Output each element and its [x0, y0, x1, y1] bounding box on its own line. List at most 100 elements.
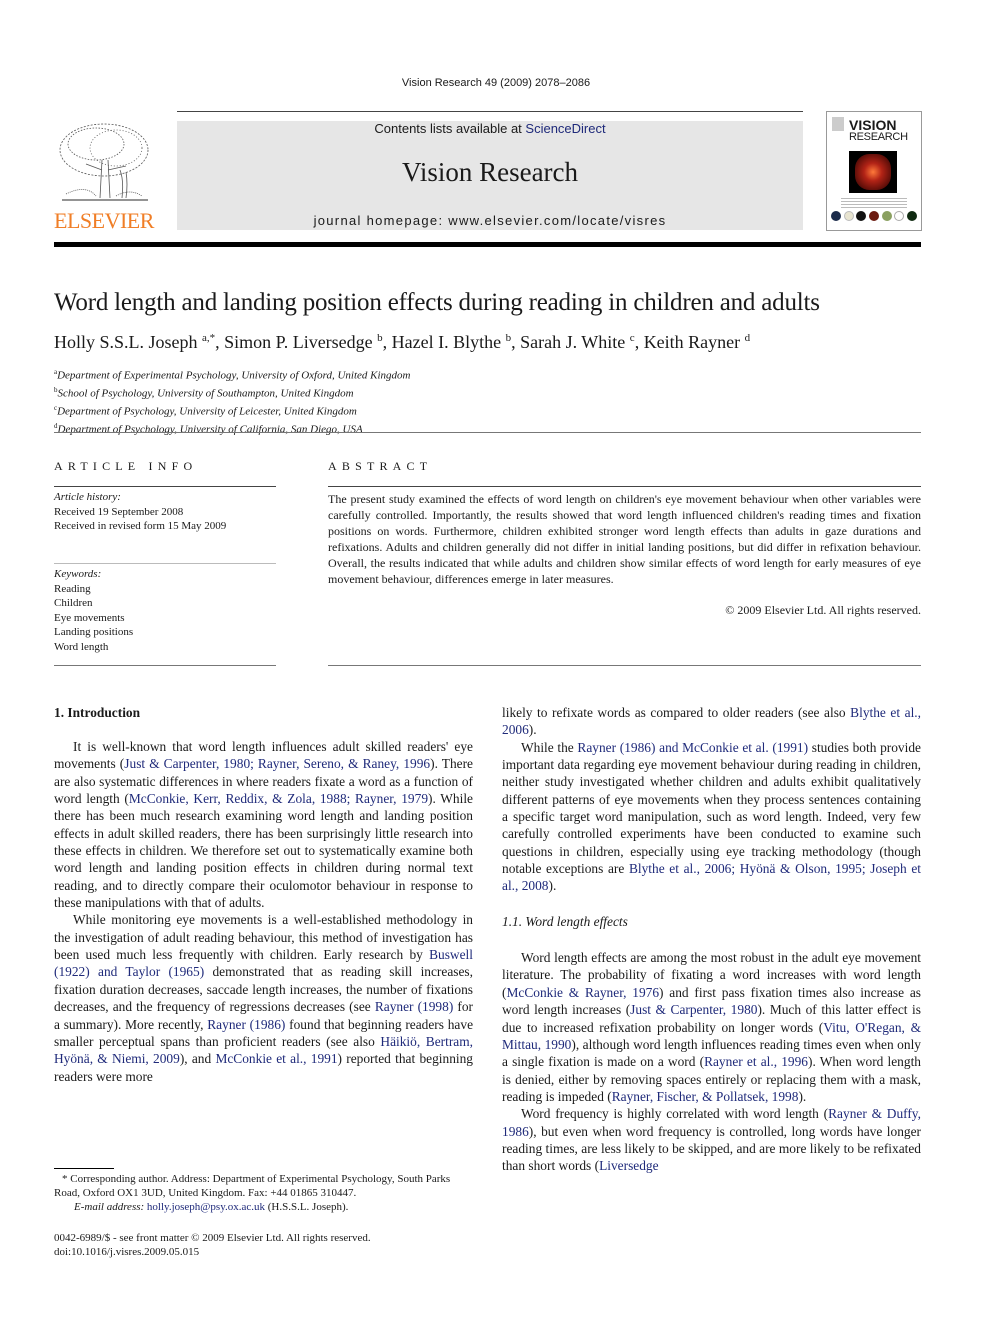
- affiliations: aDepartment of Experimental Psychology, …: [54, 365, 410, 438]
- keywords-label: Keywords:: [54, 568, 102, 580]
- journal-banner: Contents lists available at ScienceDirec…: [177, 121, 803, 230]
- doi-line[interactable]: doi:10.1016/j.visres.2009.05.015: [54, 1245, 371, 1259]
- author-sup[interactable]: c: [630, 332, 635, 344]
- citation-link[interactable]: Liversedge: [599, 1158, 659, 1173]
- paragraph: Word length effects are among the most r…: [502, 950, 921, 1104]
- author[interactable]: Keith Rayner: [644, 332, 740, 352]
- keyword: Reading: [54, 582, 91, 595]
- citation-link[interactable]: Buswell (1922) and Taylor (1965): [54, 947, 473, 979]
- affiliation: bSchool of Psychology, University of Sou…: [54, 383, 410, 401]
- divider: [54, 432, 921, 433]
- abstract-heading: ABSTRACT: [328, 459, 433, 473]
- keyword: Eye movements: [54, 611, 125, 624]
- citation-link[interactable]: Rayner (1986): [207, 1017, 285, 1032]
- affiliation: cDepartment of Psychology, University of…: [54, 401, 410, 419]
- citation-link[interactable]: McConkie, Kerr, Reddix, & Zola, 1988; Ra…: [129, 791, 428, 806]
- citation-link[interactable]: Just & Carpenter, 1980; Rayner, Sereno, …: [124, 756, 430, 771]
- affiliation-text: Department of Psychology, University of …: [57, 424, 363, 437]
- citation-link[interactable]: McConkie & Rayner, 1976: [506, 985, 659, 1000]
- cover-thumb-icon: [868, 211, 879, 221]
- abstract-copyright: © 2009 Elsevier Ltd. All rights reserved…: [725, 603, 921, 617]
- paragraph: likely to refixate words as compared to …: [502, 705, 921, 738]
- author-sup[interactable]: a,*: [202, 332, 215, 344]
- affiliation-text: Department of Experimental Psychology, U…: [57, 369, 411, 382]
- author[interactable]: Sarah J. White: [520, 332, 625, 352]
- keyword: Landing positions: [54, 626, 134, 638]
- received-date: Received 19 September 2008: [54, 505, 184, 518]
- cover-flower-icon: [855, 154, 891, 190]
- email-line: E-mail address: holly.joseph@psy.ox.ac.u…: [54, 1200, 473, 1214]
- keyword: Children: [54, 597, 93, 609]
- citation-link[interactable]: Vitu, O'Regan, & Mittau, 1990: [502, 1020, 921, 1052]
- front-matter: 0042-6989/$ - see front matter © 2009 El…: [54, 1231, 371, 1259]
- corresponding-author-note: * Corresponding author. Address: Departm…: [54, 1173, 451, 1199]
- affiliation: dDepartment of Psychology, University of…: [54, 419, 410, 437]
- divider: [54, 665, 276, 666]
- cover-elsevier-icon: [832, 117, 844, 131]
- cover-thumb-icon: [894, 211, 905, 221]
- keyword: Word length: [54, 640, 109, 653]
- author-list: Holly S.S.L. Joseph a,*, Simon P. Livers…: [54, 332, 751, 352]
- author[interactable]: Simon P. Liversedge: [224, 332, 373, 352]
- contents-line: Contents lists available at ScienceDirec…: [177, 121, 803, 136]
- citation-link[interactable]: McConkie et al., 1991: [215, 1051, 337, 1066]
- history-label: Article history:: [54, 491, 121, 503]
- body-column-left: It is well-known that word length influe…: [54, 738, 473, 1085]
- elsevier-tree-icon: [59, 123, 149, 201]
- body-column-right: likely to refixate words as compared to …: [502, 704, 921, 1175]
- revised-date: Received in revised form 15 May 2009: [54, 520, 227, 532]
- elsevier-logo[interactable]: ELSEVIER: [54, 120, 154, 233]
- email-label: E-mail address:: [74, 1201, 147, 1213]
- cover-thumb-icon: [881, 211, 892, 221]
- journal-homepage[interactable]: journal homepage: www.elsevier.com/locat…: [177, 213, 803, 228]
- citation-link[interactable]: Rayner (1998): [375, 999, 453, 1014]
- email-link[interactable]: holly.joseph@psy.ox.ac.uk: [147, 1201, 265, 1213]
- masthead-rule: [177, 111, 803, 112]
- article-history: Article history: Received 19 September 2…: [54, 490, 226, 534]
- citation-link[interactable]: Just & Carpenter, 1980: [630, 1002, 757, 1017]
- paragraph: Word frequency is highly correlated with…: [502, 1106, 921, 1174]
- subsection-heading: 1.1. Word length effects: [502, 913, 628, 929]
- paragraph: While monitoring eye movements is a well…: [54, 912, 474, 1084]
- cover-thumb-icon: [906, 211, 917, 221]
- email-suffix: (H.S.S.L. Joseph).: [265, 1201, 349, 1213]
- journal-cover[interactable]: VISION RESEARCH: [826, 111, 922, 231]
- citation-link[interactable]: Rayner & Duffy, 1986: [502, 1106, 921, 1138]
- affiliation-text: School of Psychology, University of Sout…: [57, 387, 354, 400]
- divider: [328, 486, 921, 487]
- divider: [54, 563, 276, 564]
- cover-thumbnails: [831, 211, 917, 221]
- masthead-heavy-rule: [54, 242, 921, 247]
- cover-title-line2: RESEARCH: [849, 131, 908, 143]
- footnote: * Corresponding author. Address: Departm…: [54, 1172, 473, 1214]
- author-sup[interactable]: b: [377, 332, 383, 344]
- journal-name: Vision Research: [401, 157, 579, 187]
- cover-caption: [841, 198, 907, 208]
- citation-link[interactable]: Rayner et al., 1996: [704, 1054, 808, 1069]
- running-header: Vision Research 49 (2009) 2078–2086: [401, 77, 591, 89]
- author-sup[interactable]: b: [506, 332, 512, 344]
- paragraph: While the Rayner (1986) and McConkie et …: [502, 739, 921, 894]
- abstract-text: The present study examined the effects o…: [328, 492, 921, 586]
- footnote-rule: [54, 1168, 114, 1169]
- author[interactable]: Holly S.S.L. Joseph: [54, 332, 198, 352]
- citation-link[interactable]: Blythe et al., 2006; Hyönä & Olson, 1995…: [502, 861, 921, 893]
- divider: [54, 486, 276, 487]
- citation-link[interactable]: Rayner, Fischer, & Pollatsek, 1998: [612, 1089, 799, 1104]
- section-heading: 1. Introduction: [54, 705, 141, 720]
- article-info-heading: ARTICLE INFO: [54, 459, 198, 473]
- issn-line: 0042-6989/$ - see front matter © 2009 El…: [54, 1232, 371, 1244]
- cover-thumb-icon: [843, 211, 854, 221]
- elsevier-wordmark: ELSEVIER: [54, 208, 154, 233]
- author[interactable]: Hazel I. Blythe: [392, 332, 501, 352]
- affiliation-text: Department of Psychology, University of …: [57, 405, 357, 418]
- sciencedirect-link[interactable]: ScienceDirect: [525, 121, 605, 136]
- affiliation: aDepartment of Experimental Psychology, …: [54, 365, 410, 383]
- paragraph: It is well-known that word length influe…: [54, 739, 474, 911]
- citation-link[interactable]: Rayner (1986) and McConkie et al. (1991): [577, 740, 808, 755]
- cover-thumb-icon: [856, 211, 867, 221]
- keywords: Keywords: Reading Children Eye movements…: [54, 567, 133, 654]
- citation-link[interactable]: Blythe et al., 2006: [502, 705, 921, 737]
- author-sup[interactable]: d: [745, 332, 751, 344]
- article-title: Word length and landing position effects…: [54, 289, 820, 316]
